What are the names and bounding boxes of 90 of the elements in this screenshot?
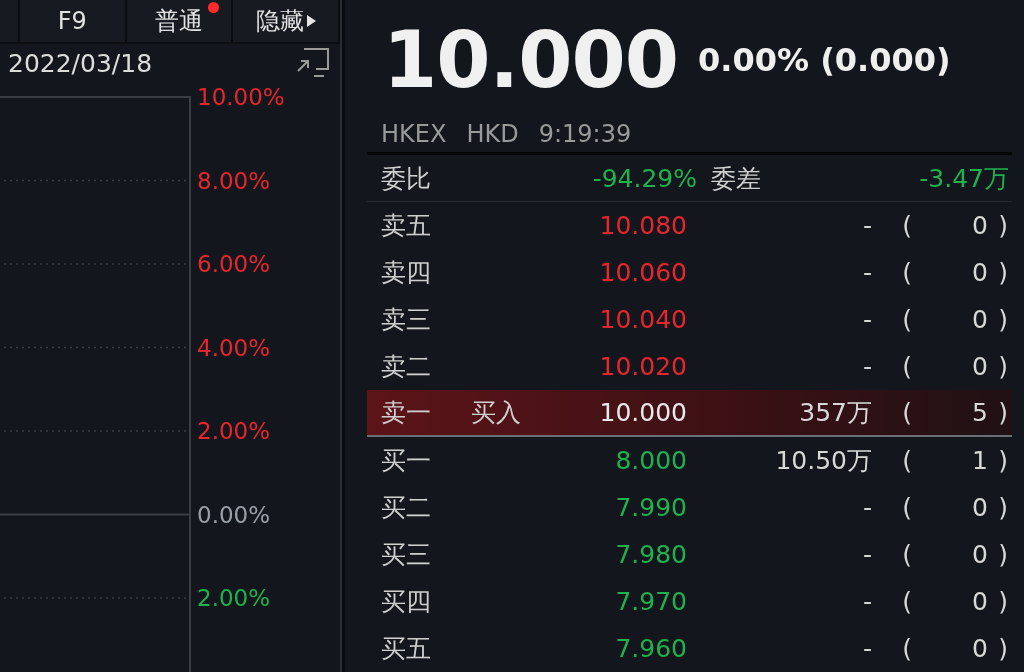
level-label: 买四 [380,586,432,618]
close-paren: ) [997,352,1008,381]
axis-label: 4.00% [197,333,272,363]
order-book-row[interactable]: 卖二 10.020 - ( 0 ) [367,343,1012,390]
exchange-label: HKEX [381,120,447,151]
open-paren: ( [901,258,912,287]
close-paren: ) [997,634,1008,663]
level-price: 7.990 [614,493,687,522]
order-book-row[interactable]: 买一 8.000 10.50万 ( 1 ) [367,437,1012,484]
level-price: 10.000 [598,398,687,427]
ratio-label: 委比 [380,162,432,195]
level-volume: - [861,493,872,522]
open-paren: ( [901,305,912,334]
level-label: 买五 [380,633,432,665]
open-paren: ( [901,446,912,475]
last-price: 10.000 [383,15,678,106]
close-paren: ) [997,587,1008,616]
level-volume: - [861,587,872,616]
level-price: 8.000 [614,446,687,475]
diff-value: -3.47万 [918,162,1009,195]
level-volume: - [861,540,872,569]
level-price: 10.060 [598,258,687,287]
order-book-row[interactable]: 买三 7.980 - ( 0 ) [367,531,1012,578]
order-count: 0 [971,305,988,334]
level-price: 7.960 [614,634,687,663]
order-count: 0 [971,258,988,287]
axis-label: 10.00% [197,83,285,112]
axis-label: 2.00% [197,417,272,446]
open-paren: ( [901,634,912,663]
level-volume: - [861,352,872,381]
level-label: 买二 [380,492,432,524]
level-price: 10.080 [598,211,687,240]
level-volume: - [861,211,872,240]
price-change: 0.00% (0.000) [698,41,951,80]
screen-cast-icon[interactable] [296,47,330,79]
close-paren: ) [997,493,1008,522]
open-paren: ( [901,211,912,240]
order-count: 1 [971,446,988,475]
currency-label: HKD [466,120,519,151]
diff-label: 委差 [710,162,762,195]
order-count: 5 [971,398,988,427]
order-book-row[interactable]: 买四 7.970 - ( 0 ) [367,578,1012,625]
level-label: 买三 [380,539,432,571]
level-label: 卖三 [380,304,432,336]
level-volume: - [861,634,872,663]
order-book-row[interactable]: 买五 7.960 - ( 0 ) [367,625,1012,672]
order-count: 0 [971,211,988,240]
level-label: 卖四 [380,257,432,289]
axis-label: 0.00% [197,500,272,530]
close-paren: ) [997,305,1008,334]
level-price: 10.020 [598,352,687,381]
side-tag: 买入 [471,396,551,429]
close-paren: ) [997,540,1008,569]
close-paren: ) [997,398,1008,427]
order-count: 0 [971,352,988,381]
order-book-row[interactable]: 卖五 10.080 - ( 0 ) [367,202,1012,249]
axis-label: 2.00% [197,584,272,613]
order-book-row[interactable]: 卖三 10.040 - ( 0 ) [367,296,1012,343]
order-book-row[interactable]: 买二 7.990 - ( 0 ) [367,484,1012,531]
order-book-row[interactable]: 卖四 10.060 - ( 0 ) [367,249,1012,296]
open-paren: ( [901,352,912,381]
order-count: 0 [971,587,988,616]
level-volume: - [861,258,872,287]
level-price: 7.970 [614,587,687,616]
open-paren: ( [901,493,912,522]
level-price: 7.980 [614,540,687,569]
axis-label: 8.00% [197,166,272,196]
close-paren: ) [997,258,1008,287]
order-book-row[interactable]: 卖一 买入 10.000 357万 ( 5 ) [367,390,1012,437]
open-paren: ( [901,398,912,427]
axis-label: 6.00% [197,250,272,279]
order-count: 0 [971,540,988,569]
level-volume: 357万 [798,397,872,429]
close-paren: ) [997,211,1008,240]
open-paren: ( [901,587,912,616]
ratio-value: -94.29% [591,163,697,193]
chart-date: 2022/03/18 [8,48,153,78]
level-label: 卖二 [380,351,432,383]
order-count: 0 [971,493,988,522]
level-label: 买一 [380,445,432,477]
open-paren: ( [901,540,912,569]
level-label: 卖一 [380,397,432,429]
level-label: 卖五 [380,210,432,242]
level-volume: 10.50万 [774,445,872,477]
level-price: 10.040 [598,305,687,334]
caret-icon [306,15,316,27]
quote-time: 9:19:39 [538,120,632,151]
level-volume: - [861,305,872,334]
close-paren: ) [997,446,1008,475]
order-count: 0 [971,634,988,663]
